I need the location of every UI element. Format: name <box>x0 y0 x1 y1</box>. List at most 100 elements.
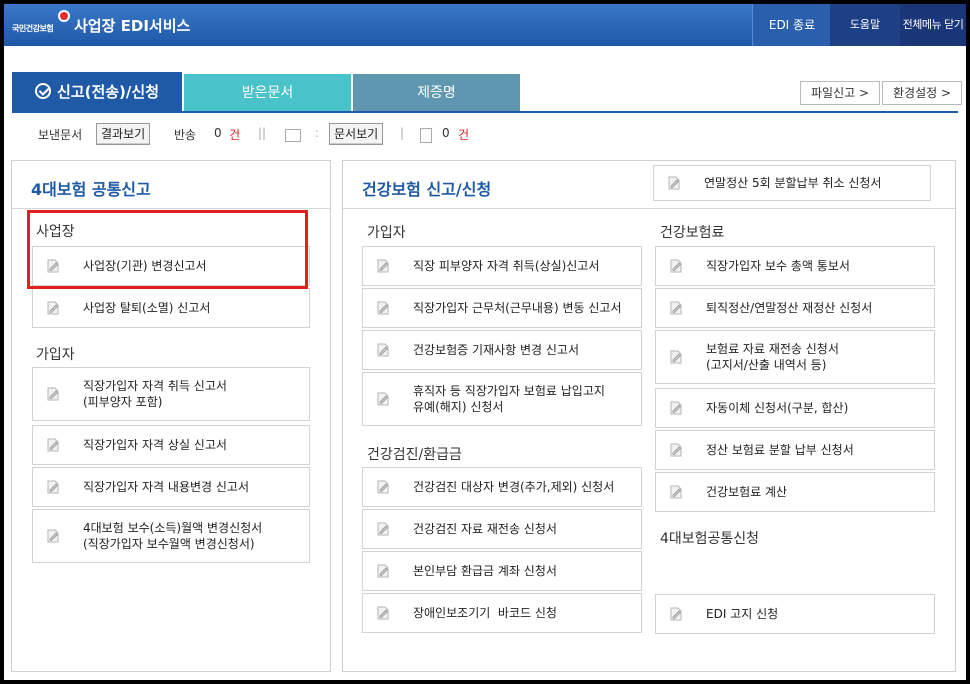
form-item[interactable]: 직장가입자 자격 내용변경 신고서 <box>32 467 310 507</box>
returned-label: 반송 <box>174 128 197 142</box>
form-doc-icon <box>45 300 61 316</box>
form-item[interactable]: 직장가입자 보수 총액 통보서 <box>655 246 935 286</box>
form-item[interactable]: 퇴직정산/연말정산 재정산 신청서 <box>655 288 935 328</box>
form-doc-icon <box>668 606 684 622</box>
logo-text: 국민건강보험 <box>12 24 54 33</box>
form-doc-icon <box>375 605 391 621</box>
form-doc-icon <box>666 175 682 191</box>
close-all-menu-button[interactable]: 전체메뉴 닫기 <box>900 4 966 46</box>
form-doc-icon <box>375 258 391 274</box>
tab-report[interactable]: 신고(전송)/신청 <box>12 72 182 112</box>
form-doc-icon <box>375 342 391 358</box>
form-item-label: 본인부담 환급금 계좌 신청서 <box>413 564 557 578</box>
form-item[interactable]: 연말정산 5회 분할납부 취소 신청서 <box>653 165 931 201</box>
form-doc-icon <box>375 563 391 579</box>
app-window: 국민건강보험 사업장 EDI서비스 EDI 종료 도움말 전체메뉴 닫기 신고(… <box>4 4 966 680</box>
view-docs-button[interactable]: 문서보기 <box>329 123 384 145</box>
form-item-label: 4대보험 보수(소득)월액 변경신청서 (직장가입자 보수월액 변경신청서) <box>83 521 263 551</box>
section-member: 가입자 <box>367 225 406 241</box>
status-row: 보낸문서 결과보기 반송 0 건 || : 문서보기 | 0 건 <box>4 122 966 146</box>
form-item[interactable]: 건강검진 자료 재전송 신청서 <box>362 509 642 549</box>
form-item-label: 직장가입자 자격 상실 신고서 <box>83 438 227 452</box>
panel-title: 4대보험 공통신고 <box>31 180 151 199</box>
form-item-label: 보험료 자료 재전송 신청서 (고지서/산출 내역서 등) <box>706 342 839 372</box>
returned-count: 0 <box>214 126 222 140</box>
form-item[interactable]: 직장 피부양자 자격 취득(상실)신고서 <box>362 246 642 286</box>
form-item-label: 건강검진 대상자 변경(추가,제외) 신청서 <box>413 480 615 494</box>
help-button[interactable]: 도움말 <box>830 4 900 46</box>
form-item-label: 직장가입자 자격 취득 신고서 (피부양자 포함) <box>83 379 227 409</box>
form-item-label: 직장가입자 자격 내용변경 신고서 <box>83 480 250 494</box>
form-item[interactable]: 정산 보험료 분할 납부 신청서 <box>655 430 935 470</box>
file-report-button[interactable]: 파일신고 > <box>800 81 881 105</box>
divider: || <box>258 126 267 140</box>
form-item[interactable]: 본인부담 환급금 계좌 신청서 <box>362 551 642 591</box>
view-results-button[interactable]: 결과보기 <box>96 123 151 145</box>
settings-button[interactable]: 환경설정 > <box>882 81 963 105</box>
top-bar: 국민건강보험 사업장 EDI서비스 EDI 종료 도움말 전체메뉴 닫기 <box>4 4 966 46</box>
form-item-label: 건강보험료 계산 <box>706 485 788 499</box>
form-item-label: 건강검진 자료 재전송 신청서 <box>413 522 557 536</box>
form-item-label: 직장가입자 보수 총액 통보서 <box>706 259 850 273</box>
doc-count: 0 <box>442 126 450 140</box>
form-item[interactable]: 사업장 탈퇴(소멸) 신고서 <box>32 288 310 328</box>
form-item[interactable]: 건강보험료 계산 <box>655 472 935 512</box>
form-item-label: 휴직자 등 직장가입자 보험료 납입고지 유예(해지) 신청서 <box>413 384 605 414</box>
form-item[interactable]: 휴직자 등 직장가입자 보험료 납입고지 유예(해지) 신청서 <box>362 372 642 426</box>
form-item[interactable]: 건강검진 대상자 변경(추가,제외) 신청서 <box>362 467 642 507</box>
form-item-label: EDI 고지 신청 <box>706 607 779 621</box>
section-workplace: 사업장 <box>36 224 75 240</box>
form-item-label: 직장 피부양자 자격 취득(상실)신고서 <box>413 259 600 273</box>
colon-text: : <box>315 126 320 140</box>
sent-docs-label: 보낸문서 <box>38 128 83 142</box>
form-item-label: 자동이체 신청서(구분, 합산) <box>706 401 849 415</box>
form-doc-icon <box>668 484 684 500</box>
edi-exit-button[interactable]: EDI 종료 <box>752 4 831 46</box>
form-item-label: 퇴직정산/연말정산 재정산 신청서 <box>706 301 873 315</box>
form-item-label: 사업장 탈퇴(소멸) 신고서 <box>83 301 211 315</box>
form-item-label: 장애인보조기기 바코드 신청 <box>413 606 557 620</box>
logo-mark-icon <box>58 10 70 22</box>
form-doc-icon <box>45 258 61 274</box>
form-item[interactable]: 직장가입자 자격 상실 신고서 <box>32 425 310 465</box>
form-doc-icon <box>45 437 61 453</box>
check-circle-icon <box>35 83 51 99</box>
form-item[interactable]: 4대보험 보수(소득)월액 변경신청서 (직장가입자 보수월액 변경신청서) <box>32 509 310 563</box>
nhis-logo: 국민건강보험 <box>12 10 74 38</box>
section-premium: 건강보험료 <box>660 225 725 241</box>
form-doc-icon <box>45 479 61 495</box>
form-item[interactable]: EDI 고지 신청 <box>655 594 935 634</box>
form-item[interactable]: 직장가입자 근무처(근무내용) 변동 신고서 <box>362 288 642 328</box>
doc-unit: 건 <box>458 128 470 142</box>
form-item[interactable]: 사업장(기관) 변경신고서 <box>32 246 310 286</box>
form-doc-icon <box>668 258 684 274</box>
tab-received[interactable]: 받은문서 <box>184 74 351 112</box>
form-doc-icon <box>375 479 391 495</box>
form-item-label: 정산 보험료 분할 납부 신청서 <box>706 443 854 457</box>
form-item-label: 연말정산 5회 분할납부 취소 신청서 <box>704 176 882 190</box>
form-doc-icon <box>668 400 684 416</box>
section-common-request: 4대보험공통신청 <box>660 531 760 547</box>
panel-header: 4대보험 공통신고 <box>12 161 330 209</box>
tab-report-label: 신고(전송)/신청 <box>57 83 159 101</box>
app-title: 사업장 EDI서비스 <box>74 17 191 35</box>
form-doc-icon <box>668 300 684 316</box>
form-doc-icon <box>375 391 391 407</box>
form-item[interactable]: 자동이체 신청서(구분, 합산) <box>655 388 935 428</box>
form-doc-icon <box>375 300 391 316</box>
tab-certificate[interactable]: 제증명 <box>353 74 520 112</box>
tab-underline <box>12 111 958 113</box>
panel-title: 건강보험 신고/신청 <box>362 180 492 199</box>
form-doc-icon <box>668 349 684 365</box>
form-doc-icon <box>375 521 391 537</box>
section-checkup-refund: 건강검진/환급금 <box>367 447 462 463</box>
document-icon <box>420 128 432 143</box>
form-item[interactable]: 장애인보조기기 바코드 신청 <box>362 593 642 633</box>
form-item[interactable]: 직장가입자 자격 취득 신고서 (피부양자 포함) <box>32 367 310 421</box>
form-item-label: 건강보험증 기재사항 변경 신고서 <box>413 343 580 357</box>
form-doc-icon <box>668 442 684 458</box>
form-item[interactable]: 건강보험증 기재사항 변경 신고서 <box>362 330 642 370</box>
form-item[interactable]: 보험료 자료 재전송 신청서 (고지서/산출 내역서 등) <box>655 330 935 384</box>
form-doc-icon <box>45 386 61 402</box>
section-member: 가입자 <box>36 347 75 363</box>
